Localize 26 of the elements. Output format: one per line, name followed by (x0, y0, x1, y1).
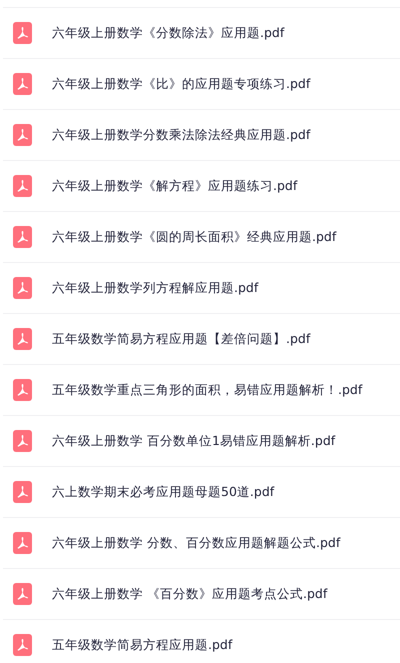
file-name[interactable]: 六年级上册数学《解方程》应用题练习.pdf (52, 176, 298, 196)
pdf-icon (13, 634, 32, 656)
file-name[interactable]: 六年级上册数学 《百分数》应用题考点公式.pdf (52, 584, 328, 604)
file-name[interactable]: 六年级上册数学 百分数单位1易错应用题解析.pdf (52, 432, 336, 450)
pdf-icon (13, 583, 32, 605)
pdf-icon (13, 532, 32, 554)
file-name[interactable]: 六年级上册数学分数乘法除法经典应用题.pdf (52, 126, 310, 144)
pdf-icon (13, 22, 32, 44)
pdf-icon (13, 226, 32, 248)
pdf-icon (13, 175, 32, 197)
file-name[interactable]: 六年级上册数学《分数除法》应用题.pdf (52, 24, 284, 42)
pdf-icon (13, 430, 32, 452)
pdf-icon (13, 481, 32, 503)
pdf-icon (13, 379, 32, 401)
file-name[interactable]: 六年级上册数学《圆的周长面积》经典应用题.pdf (52, 228, 336, 246)
pdf-icon (13, 73, 32, 95)
file-name[interactable]: 五年级数学重点三角形的面积，易错应用题解析！.pdf (52, 380, 362, 400)
file-name[interactable]: 六上数学期末必考应用题母题50道.pdf (52, 482, 274, 502)
pdf-icon (13, 328, 32, 350)
file-name[interactable]: 六年级上册数学列方程解应用题.pdf (52, 278, 258, 298)
file-name[interactable]: 五年级数学简易方程应用题.pdf (52, 636, 232, 654)
pdf-icon (13, 277, 32, 299)
file-name[interactable]: 六年级上册数学 分数、百分数应用题解题公式.pdf (52, 534, 340, 552)
file-name[interactable]: 五年级数学简易方程应用题【差倍问题】.pdf (52, 330, 310, 348)
pdf-icon (13, 124, 32, 146)
file-name[interactable]: 六年级上册数学《比》的应用题专项练习.pdf (52, 74, 310, 94)
